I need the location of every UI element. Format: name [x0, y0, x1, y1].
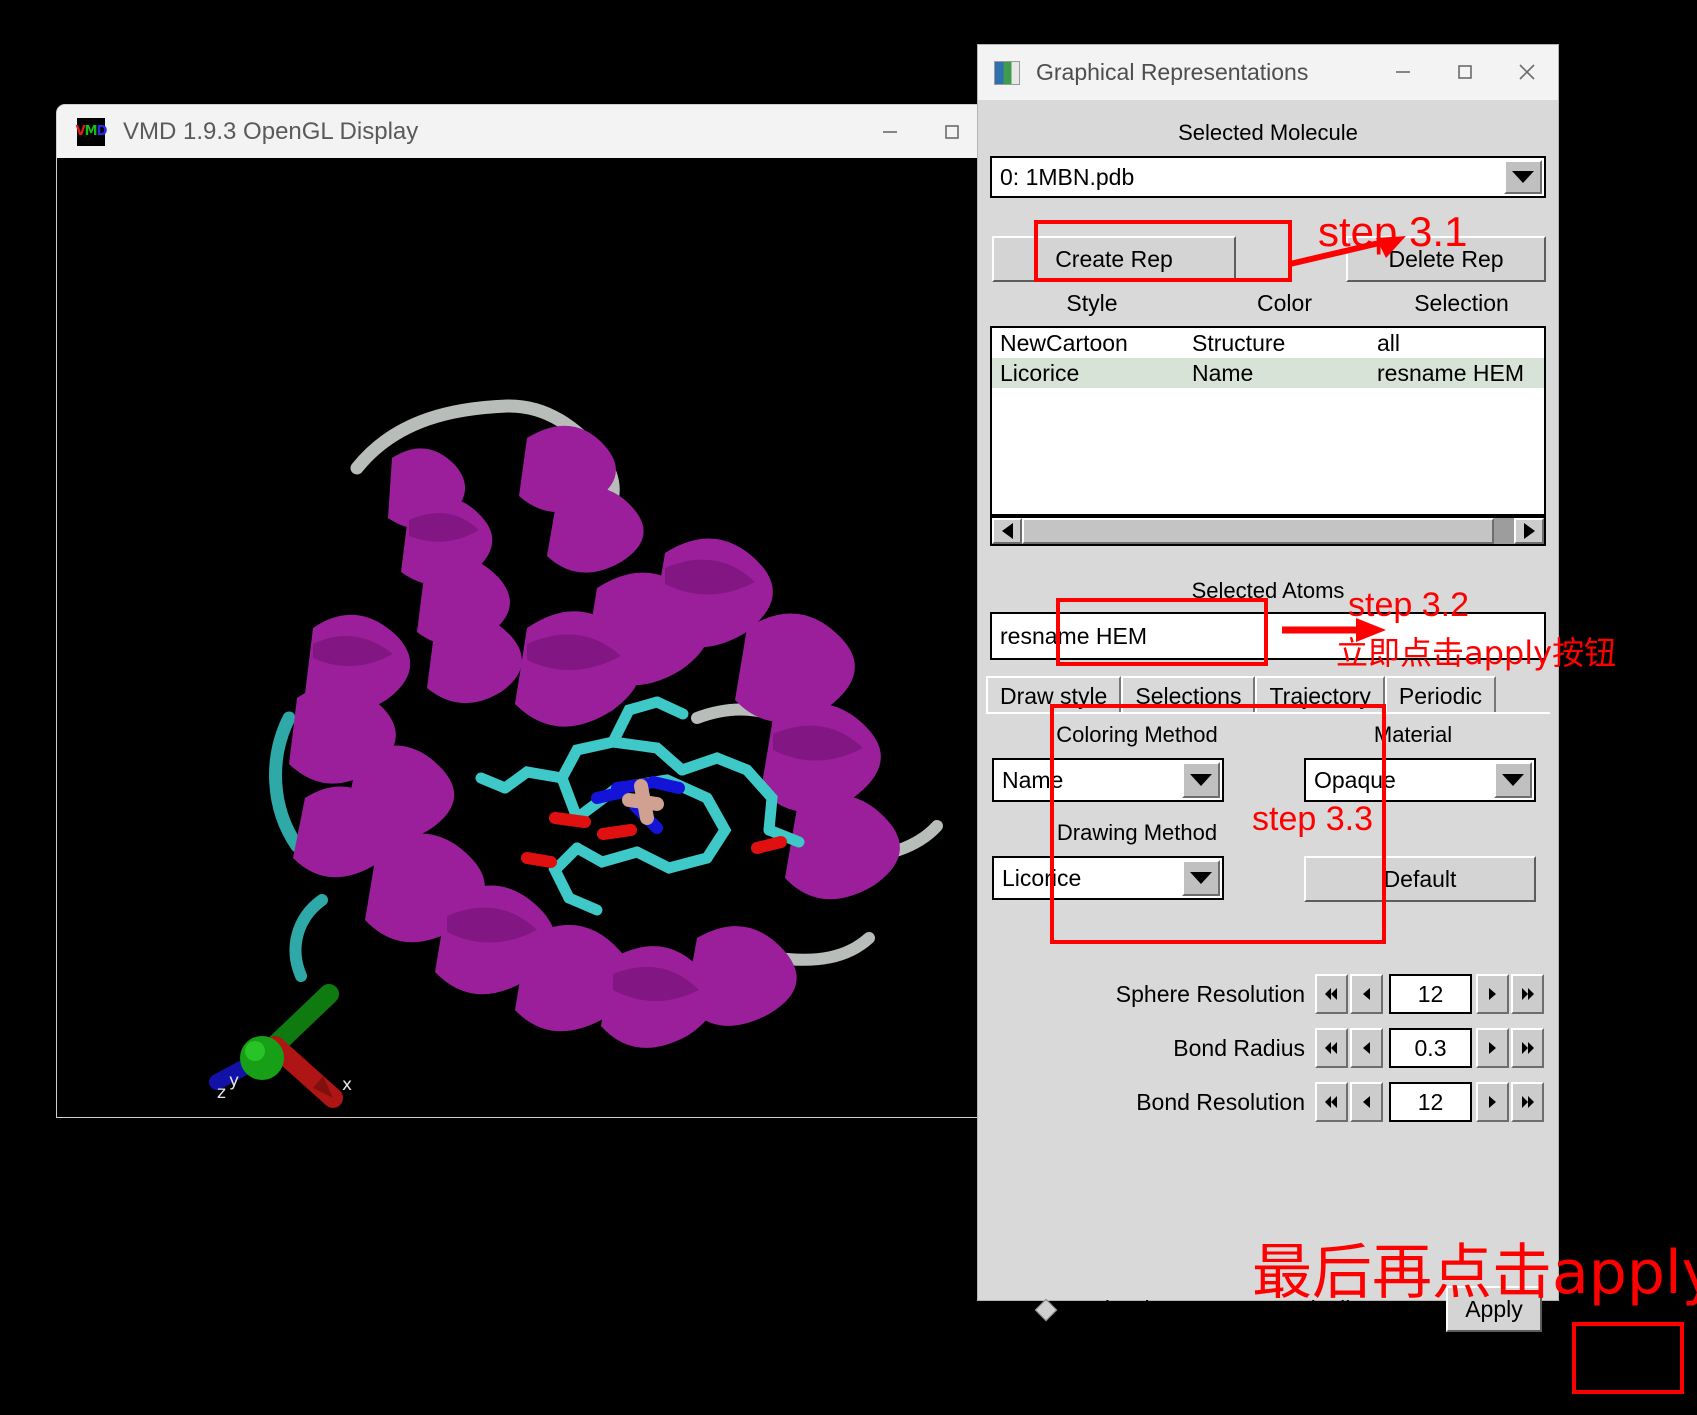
vmd-opengl-display-window: VMD VMD 1.9.3 OpenGL Display y z x: [57, 105, 1045, 1117]
rep-color-cell: Structure: [1192, 329, 1286, 356]
vmd-logo-letter-d: D: [96, 124, 108, 139]
increment-icon[interactable]: [1476, 1082, 1510, 1122]
decrement-fast-icon[interactable]: [1315, 1028, 1348, 1068]
screenshot-root: VMD VMD 1.9.3 OpenGL Display y z x Graph…: [0, 0, 1697, 1415]
vmd-titlebar[interactable]: VMD VMD 1.9.3 OpenGL Display: [57, 105, 1045, 158]
minimize-icon[interactable]: [859, 105, 921, 158]
coloring-method-value: Name: [1002, 766, 1064, 793]
maximize-icon[interactable]: [1434, 45, 1496, 98]
rep-header-selection: Selection: [1414, 290, 1509, 316]
myoglobin-render: y z x: [57, 158, 1045, 1117]
annotation-step-3-2-cn: 立即点击apply按钮: [1336, 634, 1617, 672]
coloring-method-label: Coloring Method: [1056, 722, 1218, 747]
gr-titlebar[interactable]: Graphical Representations: [978, 45, 1558, 100]
scrollbar-thumb[interactable]: [1022, 518, 1495, 544]
sphere-resolution-value[interactable]: 12: [1388, 974, 1473, 1014]
sphere-resolution-row: Sphere Resolution 12: [998, 974, 1546, 1014]
scroll-right-icon[interactable]: [1514, 518, 1544, 544]
annotation-box-apply: [1572, 1322, 1684, 1394]
table-row[interactable]: Licorice Name resname HEM: [992, 358, 1544, 388]
chevron-down-icon[interactable]: [1182, 860, 1220, 896]
rep-style-cell: Licorice: [1000, 359, 1080, 386]
create-rep-button[interactable]: Create Rep: [992, 236, 1236, 282]
decrement-fast-icon[interactable]: [1315, 974, 1348, 1014]
decrement-icon[interactable]: [1349, 1082, 1383, 1122]
selected-atoms-value: resname HEM: [1000, 622, 1147, 649]
bond-radius-row: Bond Radius 0.3: [998, 1028, 1546, 1068]
vmd-logo-icon: VMD: [75, 117, 108, 146]
tab-trajectory[interactable]: Trajectory: [1255, 676, 1385, 714]
sphere-resolution-label: Sphere Resolution: [1115, 980, 1305, 1007]
tab-divider: [986, 712, 1550, 714]
bond-resolution-row: Bond Resolution 12: [998, 1082, 1546, 1122]
rep-selection-cell: resname HEM: [1377, 359, 1524, 386]
maximize-icon[interactable]: [921, 105, 983, 158]
svg-text:y: y: [229, 1071, 239, 1091]
vmd-3d-viewport[interactable]: y z x: [57, 158, 1045, 1117]
chevron-down-icon[interactable]: [1504, 160, 1542, 194]
table-row[interactable]: NewCartoon Structure all: [992, 328, 1544, 358]
annotation-step-3-2: step 3.2: [1348, 586, 1469, 624]
gr-window-title: Graphical Representations: [1036, 59, 1309, 85]
scroll-left-icon[interactable]: [992, 518, 1022, 544]
vmd-window-title: VMD 1.9.3 OpenGL Display: [123, 117, 419, 145]
tab-selections[interactable]: Selections: [1121, 676, 1256, 714]
material-label: Material: [1373, 722, 1453, 747]
graphical-representations-icon: [994, 60, 1020, 85]
drawing-method-value: Licorice: [1002, 864, 1082, 891]
gr-window-controls: [1372, 45, 1558, 98]
bond-radius-label: Bond Radius: [1173, 1034, 1305, 1061]
decrement-fast-icon[interactable]: [1315, 1082, 1348, 1122]
bond-resolution-value[interactable]: 12: [1388, 1082, 1473, 1122]
scrollbar-trough[interactable]: [1022, 518, 1514, 544]
svg-text:z: z: [217, 1083, 226, 1103]
selected-molecule-value: 0: 1MBN.pdb: [1000, 163, 1135, 190]
material-value: Opaque: [1314, 766, 1396, 793]
rep-style-cell: NewCartoon: [1000, 329, 1128, 356]
rep-selection-cell: all: [1377, 329, 1401, 356]
chevron-down-icon[interactable]: [1494, 762, 1532, 798]
tab-draw-style[interactable]: Draw style: [986, 676, 1122, 714]
annotation-final-cn: 最后再点击apply: [1252, 1238, 1697, 1308]
increment-icon[interactable]: [1476, 1028, 1510, 1068]
material-combobox[interactable]: Opaque: [1304, 758, 1536, 802]
increment-fast-icon[interactable]: [1511, 1082, 1545, 1122]
tab-periodic[interactable]: Periodic: [1384, 676, 1496, 714]
decrement-icon[interactable]: [1349, 974, 1383, 1014]
drawing-method-label: Drawing Method: [1056, 820, 1218, 845]
drawing-method-combobox[interactable]: Licorice: [992, 856, 1224, 900]
increment-fast-icon[interactable]: [1511, 974, 1545, 1014]
representations-list[interactable]: NewCartoon Structure all Licorice Name r…: [990, 326, 1546, 516]
vmd-logo-letter-v: V: [75, 124, 86, 139]
annotation-step-3-1: step 3.1: [1318, 208, 1468, 255]
tab-bar: Draw style Selections Trajectory Periodi…: [986, 676, 1496, 714]
selected-molecule-combobox[interactable]: 0: 1MBN.pdb: [990, 156, 1546, 198]
bond-resolution-label: Bond Resolution: [1136, 1088, 1305, 1115]
default-button[interactable]: Default: [1304, 856, 1536, 902]
increment-fast-icon[interactable]: [1511, 1028, 1545, 1068]
decrement-icon[interactable]: [1349, 1028, 1383, 1068]
checkbox-diamond-icon[interactable]: [1034, 1298, 1058, 1321]
rep-color-cell: Name: [1192, 359, 1254, 386]
close-icon[interactable]: [1496, 45, 1558, 98]
selected-molecule-label: Selected Molecule: [1178, 120, 1358, 145]
rep-header-style: Style: [1066, 290, 1118, 316]
svg-text:x: x: [342, 1075, 352, 1095]
rep-list-horizontal-scrollbar[interactable]: [990, 516, 1546, 546]
annotation-step-3-3: step 3.3: [1252, 800, 1373, 838]
rep-header-color: Color: [1257, 290, 1312, 316]
bond-radius-value[interactable]: 0.3: [1388, 1028, 1473, 1068]
vmd-logo-letter-m: M: [84, 124, 98, 139]
chevron-down-icon[interactable]: [1182, 762, 1220, 798]
gr-body: Selected Molecule 0: 1MBN.pdb Create Rep…: [978, 100, 1558, 1332]
selected-atoms-label: Selected Atoms: [1191, 578, 1345, 603]
increment-icon[interactable]: [1476, 974, 1510, 1014]
minimize-icon[interactable]: [1372, 45, 1434, 98]
rep-table-headers: Style Color Selection: [992, 290, 1546, 324]
coloring-method-combobox[interactable]: Name: [992, 758, 1224, 802]
